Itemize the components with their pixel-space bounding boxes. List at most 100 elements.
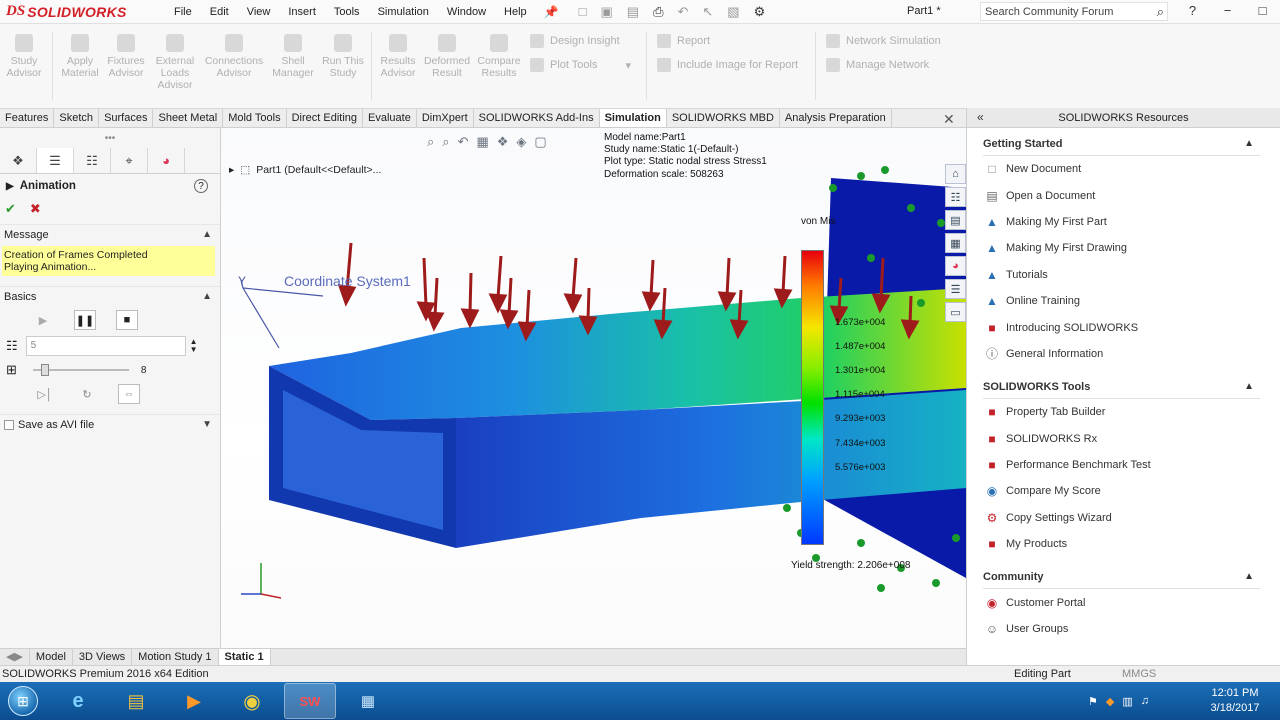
menu-file[interactable]: File [165, 6, 201, 18]
connections-advisor-button[interactable]: Connections Advisor [201, 24, 267, 108]
plot-tools-button[interactable]: Plot Tools ▾ [530, 58, 636, 72]
cancel-x-icon[interactable]: ✖ [30, 201, 41, 217]
maximize-button[interactable]: □ [1245, 0, 1280, 22]
chevron-up-icon[interactable]: ▲ [202, 291, 212, 302]
display-style-icon[interactable]: ◈ [516, 134, 526, 150]
view-orientation-icon[interactable]: ❖ [497, 134, 509, 150]
link-property-tab-builder[interactable]: ■ Property Tab Builder [983, 399, 1260, 425]
open-icon[interactable]: ▣ [600, 4, 612, 20]
section-view-icon[interactable]: ▦ [476, 134, 488, 150]
configuration-manager-icon[interactable]: ☷ [74, 148, 111, 173]
design-library-icon[interactable]: ☷ [945, 187, 966, 207]
tab-mold-tools[interactable]: Mold Tools [223, 109, 287, 127]
frames-input[interactable]: 5 [25, 336, 186, 356]
graphics-area[interactable]: Y ⌕ ⌕ ↶ ▦ ❖ ◈ ▢ ▸ ⬚ Part1 (Default<<Defa… [221, 128, 966, 648]
display-manager-icon[interactable]: ◕ [148, 148, 185, 173]
results-advisor-button[interactable]: Results Advisor [376, 24, 420, 108]
tab-sheet-metal[interactable]: Sheet Metal [153, 109, 224, 127]
deformed-result-button[interactable]: Deformed Result [420, 24, 474, 108]
run-study-button[interactable]: Run This Study [319, 24, 367, 108]
link-first-drawing[interactable]: ▲ Making My First Drawing [983, 235, 1260, 261]
chevron-down-icon[interactable]: ▾ [626, 59, 632, 72]
chevron-up-icon[interactable]: ▲ [1244, 138, 1254, 149]
section-header[interactable]: Getting Started ▲ [983, 132, 1260, 156]
save-avi-checkbox[interactable] [4, 419, 14, 430]
loop-icon[interactable]: ↻ [76, 384, 98, 404]
tab-surfaces[interactable]: Surfaces [99, 109, 154, 127]
link-solidworks-rx[interactable]: ■ SOLIDWORKS Rx [983, 426, 1260, 452]
chevron-up-icon[interactable]: ▲ [202, 229, 212, 240]
clock[interactable]: 12:01 PM 3/18/2017 [1205, 686, 1265, 716]
menu-help[interactable]: Help [495, 6, 536, 18]
tab-3d-views[interactable]: 3D Views [73, 649, 133, 665]
report-button[interactable]: Report [657, 34, 805, 48]
new-document-icon[interactable]: □ [579, 4, 587, 19]
tab-evaluate[interactable]: Evaluate [363, 109, 417, 127]
link-new-document[interactable]: □ New Document [983, 156, 1260, 182]
chevron-up-icon[interactable]: ▲ [1244, 381, 1254, 392]
play-once-icon[interactable]: ▷│ [34, 384, 56, 404]
menu-simulation[interactable]: Simulation [369, 6, 438, 18]
compare-results-button[interactable]: Compare Results [474, 24, 524, 108]
play-button[interactable]: ▶ [32, 310, 54, 330]
section-header[interactable]: SOLIDWORKS Tools ▲ [983, 375, 1260, 400]
chevron-down-icon[interactable]: ▼ [202, 419, 212, 430]
network-tray-icon[interactable]: ▥ [1122, 695, 1132, 708]
menu-insert[interactable]: Insert [279, 6, 325, 18]
start-button[interactable]: ⊞ [0, 682, 46, 720]
fixtures-advisor-button[interactable]: Fixtures Advisor [103, 24, 149, 108]
menu-window[interactable]: Window [438, 6, 495, 18]
help-icon[interactable]: ? [194, 179, 208, 193]
link-tutorials[interactable]: ▲ Tutorials [983, 262, 1260, 288]
solidworks-taskbar-icon[interactable]: SW [284, 683, 336, 719]
link-user-groups[interactable]: ☺ User Groups [983, 616, 1260, 642]
tab-mbd[interactable]: SOLIDWORKS MBD [667, 109, 780, 127]
print-icon[interactable]: ⎙ [653, 4, 663, 20]
forum-icon[interactable]: ▭ [945, 302, 966, 322]
link-first-part[interactable]: ▲ Making My First Part [983, 209, 1260, 235]
external-loads-advisor-button[interactable]: External Loads Advisor [149, 24, 201, 108]
rebuild-icon[interactable]: ▧ [727, 4, 739, 20]
view-palette-icon[interactable]: ▦ [945, 233, 966, 253]
save-avi-row[interactable]: Save as AVI file ▼ [0, 414, 220, 434]
message-group-header[interactable]: Message ▲ [0, 224, 220, 244]
section-header[interactable]: Community ▲ [983, 565, 1260, 590]
file-explorer-icon[interactable]: ▤ [110, 683, 162, 719]
zoom-area-icon[interactable]: ⌕ [442, 134, 449, 150]
chrome-icon[interactable]: ◉ [226, 683, 278, 719]
tab-analysis-preparation[interactable]: Analysis Preparation [780, 109, 892, 127]
link-copy-settings[interactable]: ⚙ Copy Settings Wizard [983, 505, 1260, 531]
apply-material-button[interactable]: Apply Material [57, 24, 103, 108]
dimxpert-manager-icon[interactable]: ⌖ [111, 148, 148, 173]
search-icon[interactable]: ⌕ [1157, 4, 1164, 20]
volume-icon[interactable]: ♫ [1141, 695, 1149, 707]
options-icon[interactable]: ⚙ [754, 4, 766, 20]
manage-network-button[interactable]: Manage Network [826, 58, 954, 72]
ok-check-icon[interactable]: ✔ [5, 201, 16, 217]
tab-nav-icon[interactable]: ◀▶ [0, 649, 30, 665]
speed-slider[interactable] [32, 363, 129, 377]
internet-explorer-icon[interactable]: e [52, 683, 104, 719]
search-input[interactable]: Search Community Forum [985, 6, 1113, 18]
link-customer-portal[interactable]: ◉ Customer Portal [983, 589, 1260, 615]
network-app-icon[interactable]: ▦ [342, 683, 394, 719]
pin-icon[interactable]: 📌 [544, 5, 559, 19]
shell-manager-button[interactable]: Shell Manager [267, 24, 319, 108]
feature-manager-icon[interactable]: ❖ [0, 148, 37, 173]
help-icon[interactable]: ? [1175, 0, 1210, 22]
close-icon[interactable]: ✕ [943, 111, 955, 128]
link-online-training[interactable]: ▲ Online Training [983, 288, 1260, 314]
zoom-to-fit-icon[interactable]: ⌕ [427, 134, 434, 150]
menu-view[interactable]: View [238, 6, 280, 18]
link-general-info[interactable]: ⓘ General Information [983, 341, 1260, 367]
hide-show-icon[interactable]: ▢ [534, 134, 546, 150]
feature-tree-node[interactable]: ▸ ⬚ Part1 (Default<<Default>... [229, 164, 381, 176]
save-icon[interactable]: ▤ [627, 4, 639, 20]
design-insight-button[interactable]: Design Insight [530, 34, 636, 48]
tab-motion-study[interactable]: Motion Study 1 [132, 649, 219, 665]
solidworks-logo[interactable]: DS SOLIDWORKS [0, 3, 165, 20]
expand-arrow-icon[interactable]: ▸ [229, 164, 234, 176]
spinner-icon[interactable]: ▲ ▼ [190, 338, 198, 354]
link-compare-score[interactable]: ◉ Compare My Score [983, 478, 1260, 504]
pause-button[interactable]: ❚❚ [74, 310, 96, 330]
